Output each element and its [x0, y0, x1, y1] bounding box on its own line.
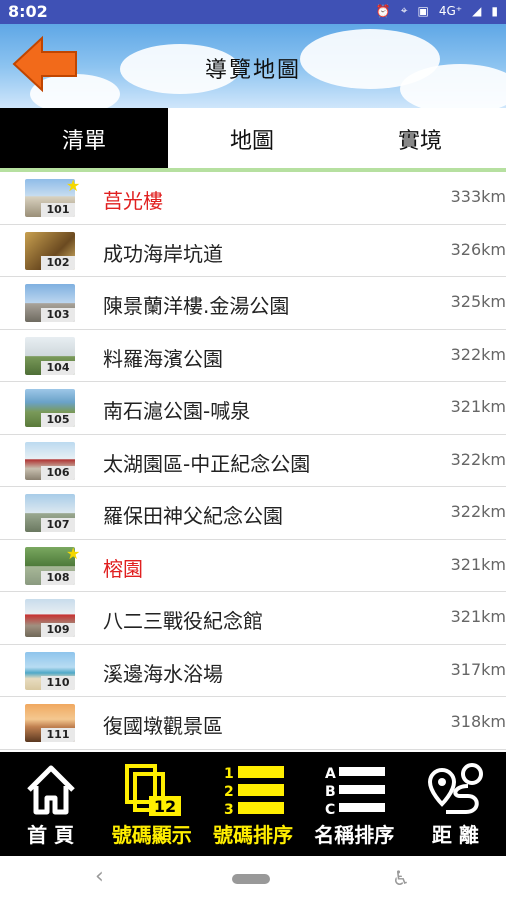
star-icon: ★ [66, 543, 81, 563]
list-item[interactable]: 111 復國墩觀景區 318km [0, 697, 506, 750]
svg-text:2: 2 [224, 784, 234, 800]
number-display-icon: 12 [124, 764, 181, 816]
home-label: 首 頁 [27, 823, 75, 847]
item-name: 南石滬公園-喊泉 [103, 399, 251, 423]
status-bar: 8:02 ⏰ ⌖ ▣ 4G⁺ ◢ ▮ [0, 0, 506, 24]
name-sort-button[interactable]: A B C 名稱排序 [304, 752, 405, 856]
item-distance: 322km [450, 344, 506, 364]
list-item[interactable]: 103 陳景蘭洋樓.金湯公園 325km [0, 277, 506, 330]
cast-icon: ▣ [417, 3, 429, 18]
list-item[interactable]: 106 太湖園區-中正紀念公園 322km [0, 435, 506, 487]
list-item[interactable]: 107 羅保田神父紀念公園 322km [0, 487, 506, 540]
item-distance: 322km [450, 449, 506, 469]
svg-text:3: 3 [224, 802, 234, 818]
item-number: 101 [41, 203, 75, 217]
attraction-thumbnail: 104 [25, 336, 75, 375]
item-name: 榕園 [103, 556, 143, 581]
number-display-button[interactable]: 12 號碼顯示 [101, 752, 202, 856]
attraction-thumbnail: 110 [25, 651, 75, 690]
location-icon: ⌖ [400, 3, 408, 17]
item-number: 108 [41, 570, 75, 585]
item-name: 羅保田神父紀念公園 [103, 504, 283, 528]
distance-button[interactable]: 距 離 [405, 752, 506, 856]
item-number: 105 [41, 413, 75, 427]
attraction-thumbnail: 107 [25, 494, 75, 532]
item-number: 106 [41, 465, 75, 480]
item-name: 八二三戰役紀念館 [103, 609, 263, 633]
signal-icon: ◢ [472, 3, 482, 18]
item-name: 莒光樓 [103, 189, 163, 213]
number-sort-button[interactable]: 1 2 3 號碼排序 [202, 752, 303, 856]
route-pin-icon [428, 763, 484, 814]
attraction-thumbnail: 105 [25, 389, 75, 427]
alarm-icon: ⏰ [375, 3, 391, 18]
attraction-thumbnail: 103 [25, 284, 75, 322]
list-item[interactable]: 104 料羅海濱公園 322km [0, 330, 506, 382]
name-sort-icon: A B C [325, 766, 386, 818]
item-number: 102 [41, 255, 75, 270]
svg-text:B: B [325, 784, 336, 800]
distance-label: 距 離 [431, 823, 479, 847]
attraction-thumbnail: 109 [25, 599, 75, 637]
home-icon [26, 765, 75, 815]
item-distance: 321km [450, 554, 506, 574]
number-sort-label: 號碼排序 [213, 823, 293, 847]
svg-text:1: 1 [224, 766, 234, 782]
item-name: 成功海岸坑道 [103, 241, 223, 266]
number-sort-icon: 1 2 3 [224, 766, 284, 818]
list-item[interactable]: 109 八二三戰役紀念館 321km [0, 592, 506, 645]
item-number: 111 [41, 728, 75, 742]
status-time: 8:02 [8, 2, 48, 21]
star-icon: ★ [66, 176, 81, 195]
accessibility-icon[interactable]: ♿ [392, 866, 410, 890]
item-number: 104 [41, 360, 75, 375]
nav-home-pill[interactable] [232, 874, 270, 884]
network-type: 4G⁺ [438, 3, 463, 18]
item-name: 復國墩觀景區 [103, 714, 223, 738]
system-nav-bar: ‹ ♿ [0, 856, 506, 900]
tab-list[interactable]: 清單 [0, 108, 168, 170]
number-display-badge: 12 [154, 797, 176, 816]
tab-bar: 清單 地圖 實境 [0, 108, 506, 170]
item-distance: 325km [450, 292, 506, 311]
item-distance: 318km [450, 712, 506, 731]
attraction-thumbnail: 111 [25, 704, 75, 742]
list-item[interactable]: 105 南石滬公園-喊泉 321km [0, 382, 506, 435]
list-item[interactable]: 110 溪邊海水浴場 317km [0, 645, 506, 697]
svg-text:C: C [325, 802, 335, 818]
attraction-list: 101 ★ 莒光樓 333km 102 成功海岸坑道 326km 103 陳景蘭… [0, 172, 506, 752]
item-number: 107 [41, 518, 75, 532]
nav-back-icon[interactable]: ‹ [95, 864, 104, 889]
bottom-toolbar: 首 頁 12 號碼顯示 1 2 3 號碼排序 A B C 名稱排序 距 離 [0, 752, 506, 856]
item-number: 103 [41, 308, 75, 322]
tab-map[interactable]: 地圖 [168, 108, 336, 170]
item-name: 太湖園區-中正紀念公園 [103, 451, 311, 476]
tab-ar[interactable]: 實境 [336, 108, 504, 170]
attraction-thumbnail: 102 [25, 231, 75, 270]
item-distance: 326km [450, 239, 506, 259]
header: 導覽地圖 [0, 24, 506, 108]
number-display-label: 號碼顯示 [111, 823, 192, 847]
page-title: 導覽地圖 [204, 58, 301, 83]
item-name: 陳景蘭洋樓.金湯公園 [103, 294, 290, 318]
item-name: 溪邊海水浴場 [103, 661, 223, 686]
item-distance: 321km [450, 607, 506, 626]
item-distance: 333km [450, 187, 506, 206]
svg-text:A: A [325, 766, 336, 782]
item-distance: 322km [450, 502, 506, 521]
item-distance: 317km [450, 659, 506, 679]
battery-icon: ▮ [491, 3, 498, 18]
list-item[interactable]: 102 成功海岸坑道 326km [0, 225, 506, 277]
list-item[interactable]: 108 ★ 榕園 321km [0, 540, 506, 592]
attraction-thumbnail: 106 [25, 441, 75, 480]
list-item[interactable]: 101 ★ 莒光樓 333km [0, 172, 506, 225]
status-icons: ⏰ ⌖ ▣ 4G⁺ ◢ ▮ [376, 3, 498, 18]
item-name: 料羅海濱公園 [103, 346, 223, 371]
name-sort-label: 名稱排序 [314, 823, 395, 847]
item-number: 110 [41, 675, 75, 690]
item-distance: 321km [450, 397, 506, 416]
item-number: 109 [41, 623, 75, 637]
home-button[interactable]: 首 頁 [0, 752, 101, 856]
